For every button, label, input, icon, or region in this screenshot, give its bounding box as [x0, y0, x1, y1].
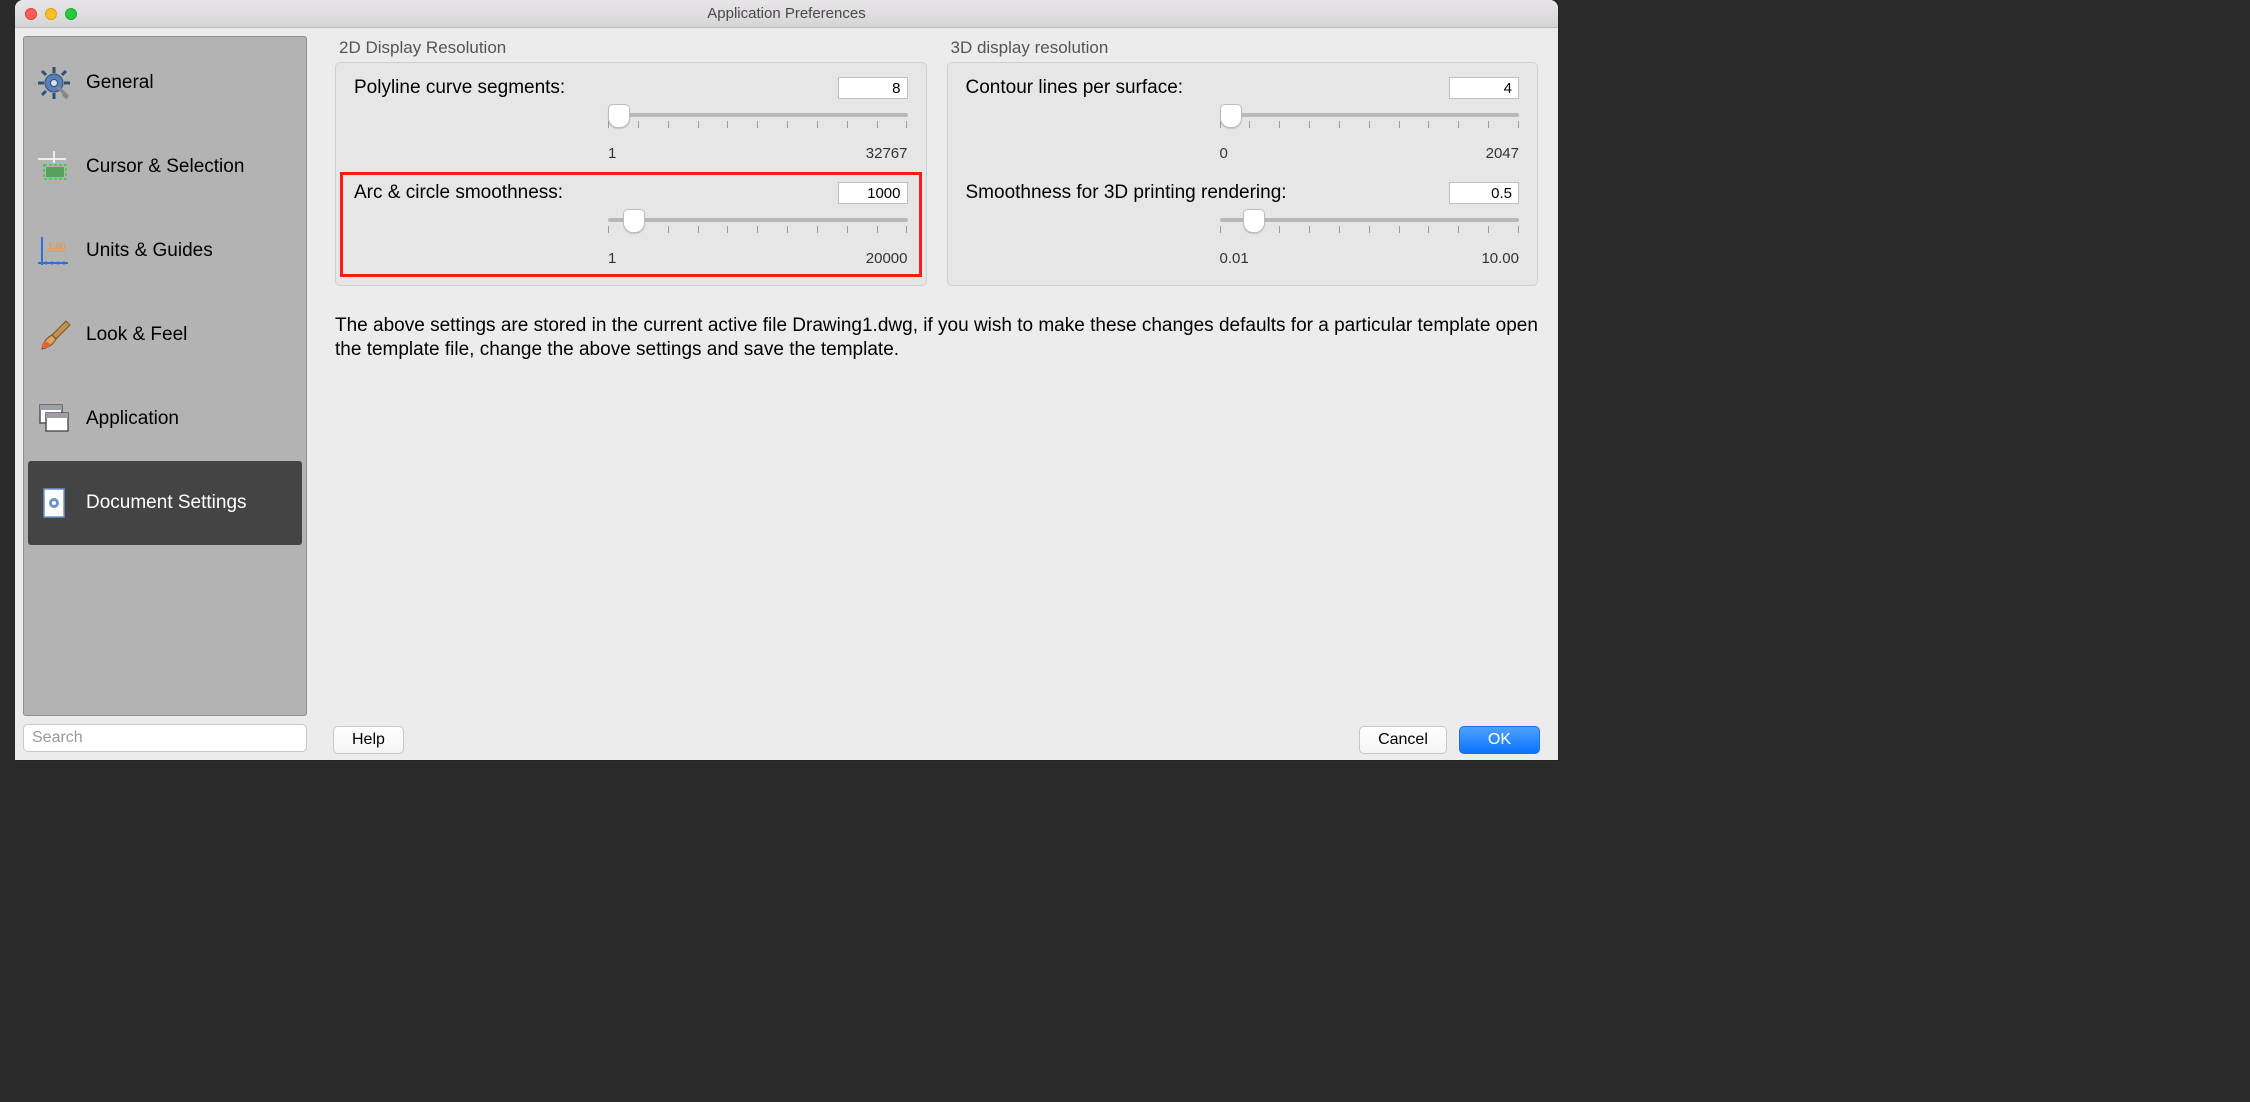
help-button[interactable]: Help [333, 726, 404, 754]
sidebar-item-general[interactable]: General [24, 41, 306, 125]
polyline-segments-slider[interactable] [608, 107, 908, 143]
setting-3d-printing-smoothness: Smoothness for 3D printing rendering: [948, 172, 1538, 277]
preferences-window: Application Preferences General Cursor &… [15, 0, 1558, 760]
cancel-button[interactable]: Cancel [1359, 726, 1447, 754]
contour-lines-slider[interactable] [1220, 107, 1520, 143]
ok-button[interactable]: OK [1459, 726, 1540, 754]
paintbrush-icon [36, 317, 72, 353]
sidebar-item-application[interactable]: Application [24, 377, 306, 461]
sidebar-item-label: Units & Guides [86, 240, 213, 262]
setting-label: Arc & circle smoothness: [354, 182, 563, 204]
window-body: General Cursor & Selection 1.00 Units & … [15, 28, 1558, 760]
setting-arc-circle-smoothness: Arc & circle smoothness: 1 [340, 172, 922, 277]
main-panel: 2D Display Resolution Polyline curve seg… [315, 28, 1558, 760]
svg-text:1.00: 1.00 [48, 241, 66, 251]
document-icon [36, 485, 72, 521]
cursor-selection-icon [36, 149, 72, 185]
sidebar-item-label: Application [86, 408, 179, 430]
setting-contour-lines: Contour lines per surface: [948, 67, 1538, 172]
setting-polyline-curve-segments: Polyline curve segments: 1 [336, 67, 926, 172]
sidebar-item-label: General [86, 72, 154, 94]
slider-max: 32767 [866, 145, 908, 162]
slider-max: 20000 [866, 250, 908, 267]
setting-label: Contour lines per surface: [966, 77, 1184, 99]
sidebar-item-label: Look & Feel [86, 324, 187, 346]
slider-max: 10.00 [1481, 250, 1519, 267]
slider-min: 1 [608, 250, 616, 267]
sidebar-column: General Cursor & Selection 1.00 Units & … [15, 28, 315, 760]
setting-label: Smoothness for 3D printing rendering: [966, 182, 1287, 204]
slider-min: 0.01 [1220, 250, 1249, 267]
footer: Help Cancel OK [315, 726, 1558, 754]
titlebar: Application Preferences [15, 0, 1558, 28]
setting-label: Polyline curve segments: [354, 77, 565, 99]
polyline-segments-input[interactable] [838, 77, 908, 99]
sidebar-item-cursor-selection[interactable]: Cursor & Selection [24, 125, 306, 209]
panel-title: 3D display resolution [947, 38, 1539, 58]
sidebar-item-document-settings[interactable]: Document Settings [28, 461, 302, 545]
search-wrap [23, 724, 307, 752]
search-input[interactable] [23, 724, 307, 752]
panel-2d-display: 2D Display Resolution Polyline curve seg… [335, 38, 927, 286]
gear-icon [36, 65, 72, 101]
3d-printing-smoothness-slider[interactable] [1220, 212, 1520, 248]
units-guides-icon: 1.00 [36, 233, 72, 269]
settings-note: The above settings are stored in the cur… [335, 314, 1538, 362]
panel-title: 2D Display Resolution [335, 38, 927, 58]
panel-body: Contour lines per surface: [947, 62, 1539, 286]
3d-printing-smoothness-input[interactable] [1449, 182, 1519, 204]
slider-min: 0 [1220, 145, 1228, 162]
arc-smoothness-slider[interactable] [608, 212, 908, 248]
arc-smoothness-input[interactable] [838, 182, 908, 204]
window-title: Application Preferences [15, 5, 1558, 22]
sidebar-item-label: Cursor & Selection [86, 156, 244, 178]
sidebar: General Cursor & Selection 1.00 Units & … [23, 36, 307, 716]
sidebar-item-units-guides[interactable]: 1.00 Units & Guides [24, 209, 306, 293]
panel-body: Polyline curve segments: 1 [335, 62, 927, 286]
sidebar-item-look-feel[interactable]: Look & Feel [24, 293, 306, 377]
panel-3d-display: 3D display resolution Contour lines per … [947, 38, 1539, 286]
application-windows-icon [36, 401, 72, 437]
sidebar-item-label: Document Settings [86, 492, 247, 514]
slider-max: 2047 [1486, 145, 1519, 162]
contour-lines-input[interactable] [1449, 77, 1519, 99]
slider-min: 1 [608, 145, 616, 162]
